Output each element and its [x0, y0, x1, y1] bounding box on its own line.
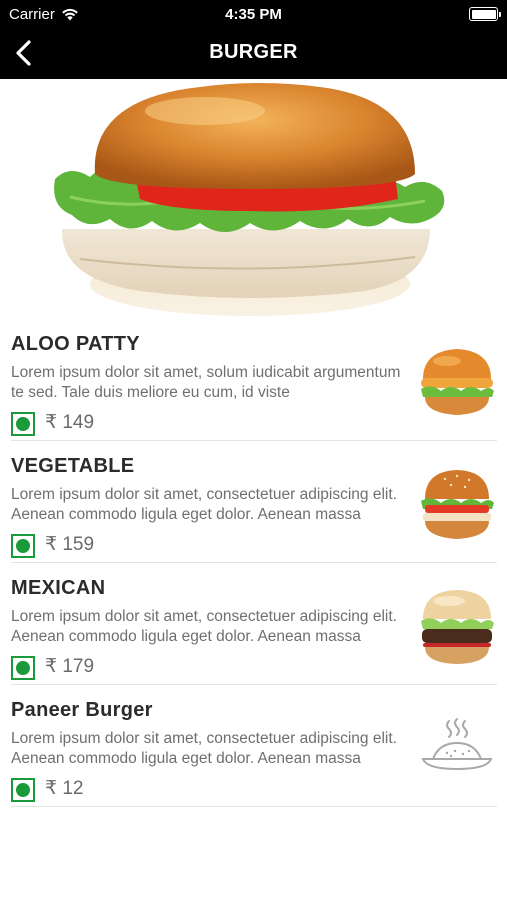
veg-indicator-icon [11, 656, 35, 680]
list-item[interactable]: ALOO PATTY Lorem ipsum dolor sit amet, s… [11, 319, 497, 441]
item-description: Lorem ipsum dolor sit amet, solum iudica… [11, 364, 401, 401]
hero-image [0, 79, 507, 319]
item-price: ₹ 179 [45, 656, 95, 677]
item-price: ₹ 149 [45, 412, 95, 433]
list-item[interactable]: MEXICAN Lorem ipsum dolor sit amet, cons… [11, 563, 497, 685]
item-price: ₹ 159 [45, 534, 95, 555]
item-name: MEXICAN [11, 577, 106, 599]
item-description: Lorem ipsum dolor sit amet, consectetuer… [11, 608, 397, 645]
item-name: Paneer Burger [11, 699, 153, 721]
item-price: ₹ 12 [45, 778, 84, 799]
menu-list: ALOO PATTY Lorem ipsum dolor sit amet, s… [11, 319, 497, 807]
page-title: BURGER [209, 41, 298, 63]
status-time: 4:35 PM [225, 6, 282, 23]
veg-indicator-icon [11, 778, 35, 802]
list-item[interactable]: VEGETABLE Lorem ipsum dolor sit amet, co… [11, 441, 497, 563]
food-placeholder-icon [421, 718, 493, 771]
list-item[interactable]: Paneer Burger Lorem ipsum dolor sit amet… [11, 685, 497, 807]
status-bar: Carrier 4:35 PM [0, 0, 507, 28]
item-description: Lorem ipsum dolor sit amet, consectetuer… [11, 730, 397, 767]
item-name: ALOO PATTY [11, 333, 140, 355]
aloo-patty-burger-image [421, 349, 494, 415]
burger-hero-image [54, 83, 445, 316]
veg-indicator-icon [11, 412, 35, 436]
battery-icon [469, 7, 501, 21]
item-description: Lorem ipsum dolor sit amet, consectetuer… [11, 486, 397, 523]
mexican-burger-image [421, 590, 494, 664]
vegetable-burger-image [421, 470, 494, 539]
nav-bar: BURGER [0, 28, 507, 79]
veg-indicator-icon [11, 534, 35, 558]
item-name: VEGETABLE [11, 455, 135, 477]
